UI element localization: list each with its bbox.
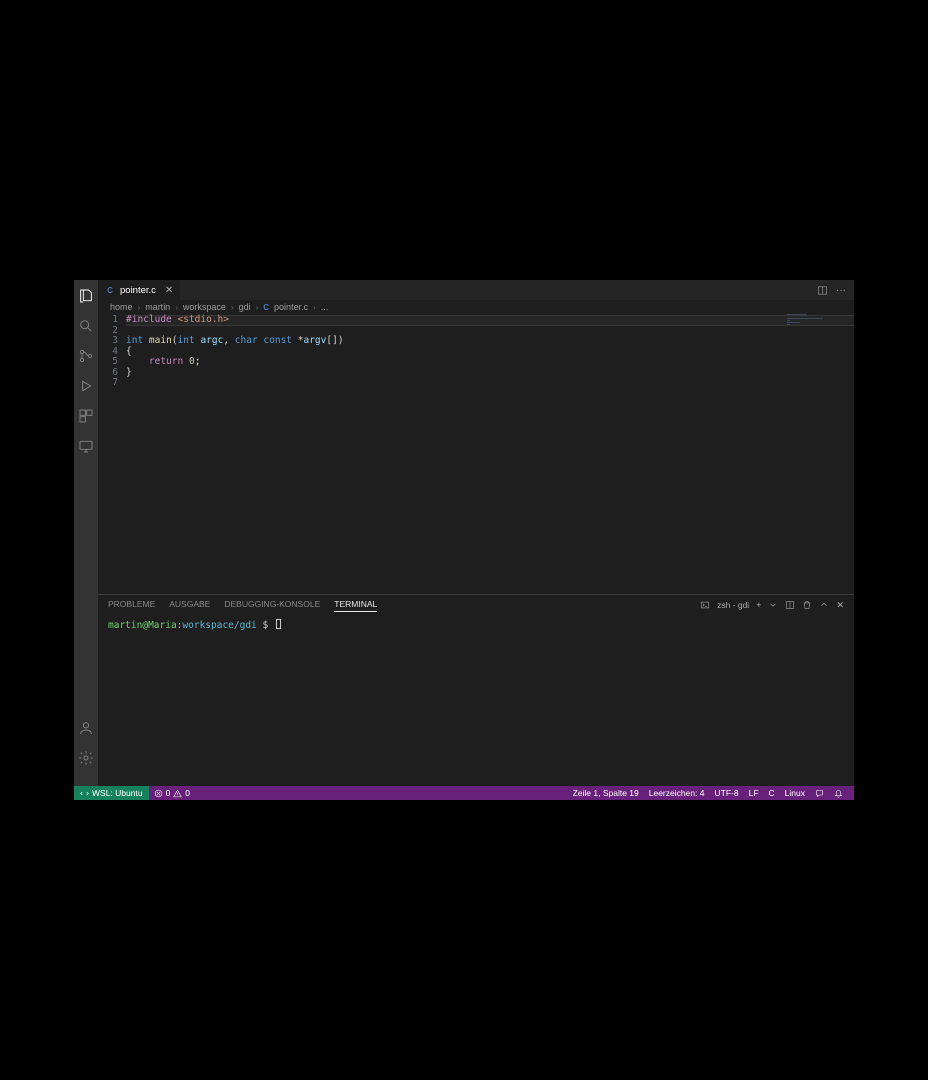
warning-icon bbox=[173, 789, 182, 798]
extensions-icon[interactable] bbox=[78, 408, 94, 424]
terminal-name[interactable]: zsh - gdi bbox=[717, 600, 749, 610]
tab-filename: pointer.c bbox=[120, 285, 156, 296]
maximize-panel-icon[interactable] bbox=[819, 600, 829, 610]
terminal-content[interactable]: martin@Maria:workspace/gdi $ bbox=[98, 615, 854, 786]
status-os[interactable]: Linux bbox=[780, 788, 810, 798]
tab-debug-console[interactable]: DEBUGGING-KONSOLE bbox=[224, 599, 320, 611]
breadcrumbs[interactable]: home › martin › workspace › gdi › C poin… bbox=[98, 300, 854, 314]
breadcrumb-file[interactable]: pointer.c bbox=[274, 302, 308, 312]
tab-output[interactable]: AUSGABE bbox=[169, 599, 210, 611]
remote-indicator[interactable]: WSL: Ubuntu bbox=[74, 786, 149, 800]
accounts-icon[interactable] bbox=[78, 720, 94, 736]
new-terminal-icon[interactable]: + bbox=[756, 600, 761, 610]
tab-problems[interactable]: PROBLEME bbox=[108, 599, 155, 611]
status-problems[interactable]: 0 0 bbox=[149, 788, 195, 798]
bell-icon bbox=[834, 789, 843, 798]
code-editor[interactable]: 1 2 3 4 5 6 7 #include <stdio.h> int mai… bbox=[98, 314, 854, 594]
line-number-gutter: 1 2 3 4 5 6 7 bbox=[98, 314, 126, 594]
more-actions-icon[interactable]: ··· bbox=[836, 285, 846, 296]
chevron-right-icon: › bbox=[313, 303, 316, 312]
terminal-profile-icon[interactable] bbox=[700, 600, 710, 610]
breadcrumb-segment[interactable]: workspace bbox=[183, 302, 226, 312]
chevron-right-icon: › bbox=[138, 303, 141, 312]
status-encoding[interactable]: UTF-8 bbox=[710, 788, 744, 798]
close-panel-icon[interactable]: ✕ bbox=[836, 600, 844, 611]
chevron-right-icon: › bbox=[256, 303, 259, 312]
vscode-window: C pointer.c ✕ ··· home › martin › worksp… bbox=[74, 280, 854, 800]
bottom-panel: PROBLEME AUSGABE DEBUGGING-KONSOLE TERMI… bbox=[98, 594, 854, 786]
explorer-icon[interactable] bbox=[78, 288, 94, 304]
c-language-icon: C bbox=[263, 303, 269, 312]
breadcrumb-tail[interactable]: ... bbox=[321, 302, 329, 312]
error-icon bbox=[154, 789, 163, 798]
breadcrumb-segment[interactable]: home bbox=[110, 302, 133, 312]
terminal-dropdown-icon[interactable] bbox=[768, 600, 778, 610]
status-eol[interactable]: LF bbox=[744, 788, 764, 798]
run-debug-icon[interactable] bbox=[78, 378, 94, 394]
main-area: C pointer.c ✕ ··· home › martin › worksp… bbox=[74, 280, 854, 786]
status-cursor-position[interactable]: Zeile 1, Spalte 19 bbox=[568, 788, 644, 798]
status-feedback-icon[interactable] bbox=[810, 789, 829, 798]
status-notifications-icon[interactable] bbox=[829, 789, 848, 798]
chevron-right-icon: › bbox=[175, 303, 178, 312]
close-tab-icon[interactable]: ✕ bbox=[165, 285, 173, 296]
status-language[interactable]: C bbox=[764, 788, 780, 798]
breadcrumb-segment[interactable]: gdi bbox=[239, 302, 251, 312]
status-bar: WSL: Ubuntu 0 0 Zeile 1, Spalte 19 Leerz… bbox=[74, 786, 854, 800]
remote-explorer-icon[interactable] bbox=[78, 438, 94, 454]
activity-bar bbox=[74, 280, 98, 786]
breadcrumb-segment[interactable]: martin bbox=[145, 302, 170, 312]
tab-bar: C pointer.c ✕ ··· bbox=[98, 280, 854, 300]
split-editor-icon[interactable] bbox=[817, 285, 828, 296]
status-indentation[interactable]: Leerzeichen: 4 bbox=[644, 788, 710, 798]
editor-column: C pointer.c ✕ ··· home › martin › worksp… bbox=[98, 280, 854, 786]
feedback-icon bbox=[815, 789, 824, 798]
search-icon[interactable] bbox=[78, 318, 94, 334]
panel-tab-bar: PROBLEME AUSGABE DEBUGGING-KONSOLE TERMI… bbox=[98, 595, 854, 615]
tab-terminal[interactable]: TERMINAL bbox=[334, 599, 377, 612]
code-content[interactable]: #include <stdio.h> int main(int argc, ch… bbox=[126, 314, 854, 594]
file-tab[interactable]: C pointer.c ✕ bbox=[98, 280, 180, 300]
terminal-cursor bbox=[276, 619, 281, 629]
remote-icon bbox=[80, 789, 89, 798]
kill-terminal-icon[interactable] bbox=[802, 600, 812, 610]
settings-gear-icon[interactable] bbox=[78, 750, 94, 766]
chevron-right-icon: › bbox=[231, 303, 234, 312]
source-control-icon[interactable] bbox=[78, 348, 94, 364]
split-terminal-icon[interactable] bbox=[785, 600, 795, 610]
c-language-icon: C bbox=[105, 285, 115, 295]
